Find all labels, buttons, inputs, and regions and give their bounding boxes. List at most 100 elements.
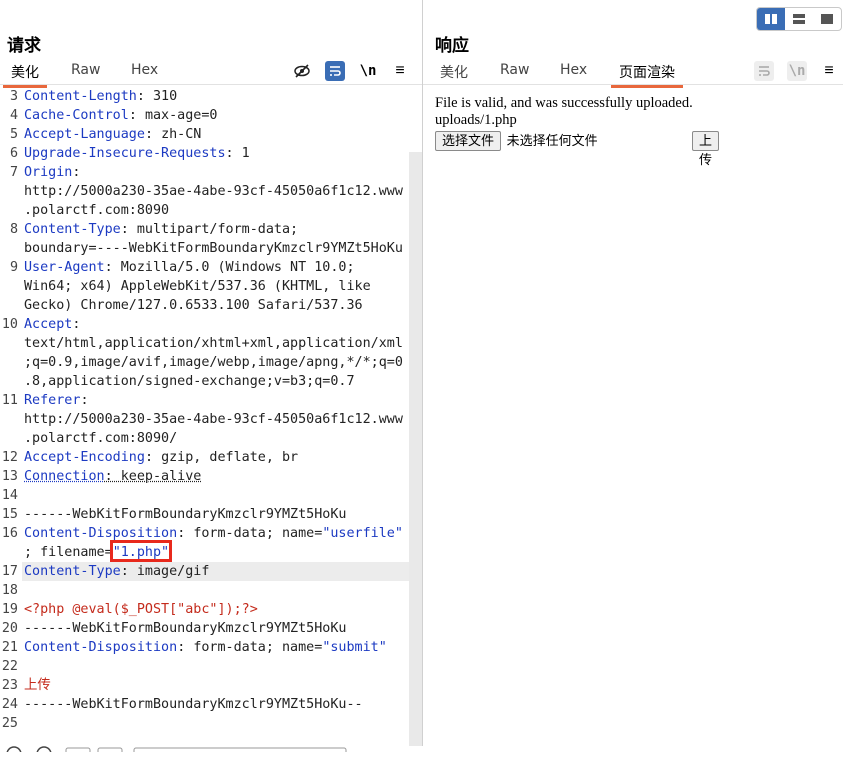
header-separator: : <box>129 108 145 123</box>
layout-stacked-icon[interactable] <box>785 8 813 30</box>
line-number: 6 <box>0 144 18 163</box>
line-number <box>0 201 18 220</box>
line-text: ------WebKitFormBoundaryKmzclr9YMZt5HoKu <box>24 507 346 522</box>
code-line: ;q=0.9,image/avif,image/webp,image/apng,… <box>24 353 403 372</box>
line-text: boundary=----WebKitFormBoundaryKmzclr9YM… <box>24 241 403 256</box>
code-line: 上传 <box>24 676 51 695</box>
code-line: Content-Disposition: form-data; name="us… <box>24 524 403 543</box>
line-number: 21 <box>0 638 18 657</box>
header-separator: : <box>121 564 137 579</box>
header-value: gzip, deflate, br <box>161 450 298 465</box>
header-name: Referer <box>24 393 80 408</box>
code-line: Win64; x64) AppleWebKit/537.36 (KHTML, l… <box>24 277 371 296</box>
line-number: 22 <box>0 657 18 676</box>
header-separator: : <box>72 165 80 180</box>
line-number <box>0 410 18 429</box>
choose-file-button[interactable]: 选择文件 <box>435 131 501 151</box>
layout-toggle <box>756 7 842 31</box>
header-value: form-data; name="submit" <box>193 640 387 655</box>
request-bottom-bar <box>0 739 410 746</box>
header-name: Accept-Language <box>24 127 145 142</box>
newline-toggle-icon[interactable]: \n <box>787 61 807 81</box>
code-line: Accept: <box>24 315 80 334</box>
line-number <box>0 353 18 372</box>
code-line: Connection: keep-alive <box>24 467 201 486</box>
header-name: Cache-Control <box>24 108 129 123</box>
line-number: 11 <box>0 391 18 410</box>
line-text: Gecko) Chrome/127.0.6533.100 Safari/537.… <box>24 298 363 313</box>
rendered-page: File is valid, and was successfully uplo… <box>435 95 693 153</box>
tab-raw[interactable]: Raw <box>71 62 100 78</box>
code-line: Cache-Control: max-age=0 <box>24 106 218 125</box>
tab-hex[interactable]: Hex <box>560 62 587 78</box>
line-number <box>0 429 18 448</box>
menu-icon[interactable]: ≡ <box>819 61 839 81</box>
line-number: 20 <box>0 619 18 638</box>
line-number: 17 <box>0 562 18 581</box>
header-separator: : <box>177 640 193 655</box>
line-number: 16 <box>0 524 18 543</box>
header-separator: : <box>177 526 193 541</box>
header-name: Content-Type <box>24 222 121 237</box>
code-line: User-Agent: Mozilla/5.0 (Windows NT 10.0… <box>24 258 355 277</box>
code-line: ------WebKitFormBoundaryKmzclr9YMZt5HoKu… <box>24 695 363 714</box>
upload-button[interactable]: 上传 <box>692 131 719 151</box>
tab-pretty[interactable]: 美化 <box>11 62 39 82</box>
wrap-lines-icon[interactable] <box>754 61 774 81</box>
header-separator: : <box>105 469 121 484</box>
code-line: Content-Length: 310 <box>24 87 177 106</box>
code-line: .polarctf.com:8090/ <box>24 429 177 448</box>
code-line: Referer: <box>24 391 89 410</box>
line-number: 24 <box>0 695 18 714</box>
line-number <box>0 239 18 258</box>
hide-nonprintable-icon[interactable] <box>292 61 312 81</box>
code-line: Accept-Language: zh-CN <box>24 125 201 144</box>
header-name: Content-Disposition <box>24 640 177 655</box>
upload-path: uploads/1.php <box>435 112 693 129</box>
code-line: Upgrade-Insecure-Requests: 1 <box>24 144 250 163</box>
newline-toggle-icon[interactable]: \n <box>358 61 378 81</box>
header-separator: : <box>105 260 121 275</box>
line-number: 10 <box>0 315 18 334</box>
wrap-lines-icon[interactable] <box>325 61 345 81</box>
tab-pretty[interactable]: 美化 <box>440 62 468 82</box>
tab-raw[interactable]: Raw <box>500 62 529 78</box>
line-text: ;q=0.9,image/avif,image/webp,image/apng,… <box>24 355 403 370</box>
header-name: Accept-Encoding <box>24 450 145 465</box>
code-line: ------WebKitFormBoundaryKmzclr9YMZt5HoKu <box>24 505 346 524</box>
code-line: http://5000a230-35ae-4abe-93cf-45050a6f1… <box>24 182 403 201</box>
menu-icon[interactable]: ≡ <box>390 61 410 81</box>
tab-render[interactable]: 页面渲染 <box>619 62 675 82</box>
line-number <box>0 182 18 201</box>
line-number: 7 <box>0 163 18 182</box>
header-separator: : <box>121 222 137 237</box>
header-name: Content-Disposition <box>24 526 177 541</box>
header-value: max-age=0 <box>145 108 218 123</box>
header-value: 1 <box>242 146 250 161</box>
layout-side-by-side-icon[interactable] <box>757 8 785 30</box>
header-separator: : <box>145 450 161 465</box>
code-line: Origin: <box>24 163 80 182</box>
code-line: Gecko) Chrome/127.0.6533.100 Safari/537.… <box>24 296 363 315</box>
header-value: multipart/form-data; <box>137 222 298 237</box>
header-value: form-data; name="userfile" <box>193 526 403 541</box>
code-line: .polarctf.com:8090 <box>24 201 169 220</box>
header-separator: : <box>145 127 161 142</box>
header-separator: : <box>80 393 88 408</box>
code-line: http://5000a230-35ae-4abe-93cf-45050a6f1… <box>24 410 403 429</box>
response-pane: 响应 美化 Raw Hex 页面渲染 \n ≡ File is valid, a… <box>423 0 843 746</box>
tab-hex[interactable]: Hex <box>131 62 158 78</box>
header-name: Upgrade-Insecure-Requests <box>24 146 226 161</box>
no-file-label: 未选择任何文件 <box>507 134 598 149</box>
line-text: http://5000a230-35ae-4abe-93cf-45050a6f1… <box>24 412 403 427</box>
header-name: User-Agent <box>24 260 105 275</box>
layout-tabs-icon[interactable] <box>813 8 841 30</box>
line-text: Win64; x64) AppleWebKit/537.36 (KHTML, l… <box>24 279 371 294</box>
request-editor[interactable]: 3 Content-Length: 310 4 Cache-Control: max-… <box>0 87 410 737</box>
code-line: .8,application/signed-exchange;v=b3;q=0.… <box>24 372 355 391</box>
line-number: 13 <box>0 467 18 486</box>
request-scrollbar[interactable] <box>409 152 422 746</box>
header-name: Connection <box>24 469 105 484</box>
line-number: 5 <box>0 125 18 144</box>
header-name: Origin <box>24 165 72 180</box>
